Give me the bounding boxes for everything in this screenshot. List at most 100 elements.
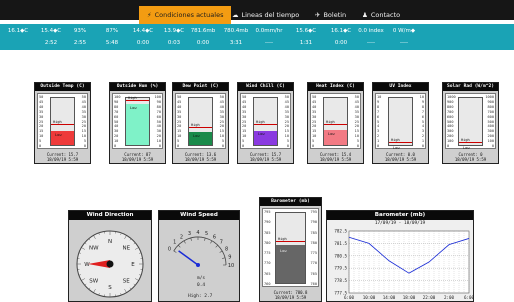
tick-label: 40 (312, 104, 317, 109)
tick-label: 770 (264, 261, 271, 266)
tick-label: 45 (312, 99, 317, 104)
tick-label: 10 (219, 134, 224, 139)
high-marker (126, 100, 149, 102)
tick-label: 4 (377, 124, 380, 129)
tick-label: 70 (114, 109, 119, 114)
tick-label: 25 (39, 119, 44, 124)
tick-label: 45 (177, 99, 182, 104)
gauge-panel: UV Index 10 10 9 9 8 8 7 7 6 6 5 5 4 4 3 3 2 2 1 1 0 0 High Low C… (372, 82, 429, 164)
tick-label: 3 (421, 129, 424, 134)
tick-label: 500 (487, 119, 495, 124)
tick-label: 700 (487, 109, 495, 114)
gauge-footer-line: 18/09/19 5:59 (319, 157, 352, 162)
gauge-title: Wind Chill (C) (238, 83, 293, 91)
high-marker (459, 142, 482, 144)
speed-tick-label: 9 (228, 254, 231, 260)
tick-label: 0 (242, 144, 245, 148)
strip-value: 780.4mb (223, 28, 249, 34)
tick-label: 1000 (447, 95, 456, 99)
tick-label: 7 (377, 109, 380, 114)
strip-value: 0.0 index (358, 28, 384, 34)
nav-item-contacto[interactable]: ♟ Contacto (362, 6, 400, 24)
gauge-title: Outside Hum (%) (110, 83, 165, 91)
speed-tick-label: 6 (213, 234, 216, 240)
bolt-icon: ⚡ (147, 11, 152, 19)
tick-label: 4 (421, 124, 424, 129)
tick-label: 20 (312, 124, 317, 129)
tick-label: 20 (219, 124, 224, 129)
tick-label: 50 (284, 95, 289, 99)
speed-tick (222, 257, 226, 259)
gauge-panel: Dew Point (C) 50 50 45 45 40 40 35 35 30 30 25 25 20 2… (172, 82, 229, 164)
tick-label: 800 (487, 104, 495, 109)
y-tick-label: 780.5 (334, 253, 347, 258)
tick-label: 15 (39, 129, 44, 134)
nav-item-lineas[interactable]: ☁ Lineas del tiempo (232, 6, 299, 24)
tick-label: 0 (286, 144, 289, 148)
tick-label: 40 (177, 104, 182, 109)
nav-item-boletin[interactable]: ✈ Boletin (315, 6, 346, 24)
gauge-body: 100 100 90 90 80 80 70 70 60 60 50 50 40 40 30 30 20 20 10… (112, 93, 163, 149)
tick-label: 20 (177, 124, 182, 129)
tick-label: 5 (242, 139, 245, 144)
gauge-footer-line: 18/09/19 5:59 (454, 157, 487, 162)
tick-label: 35 (242, 109, 247, 114)
gauge-title: Heat Index (C) (308, 83, 363, 91)
x-tick-label: 14:00 (383, 295, 396, 300)
tick-label: 25 (81, 119, 86, 124)
tick-label: 40 (354, 104, 359, 109)
tick-label: 790 (310, 220, 318, 225)
low-label: Low (193, 134, 200, 139)
strip-value: 16.1◆C (7, 28, 29, 34)
gauge-body: 50 50 45 45 40 40 35 35 30 30 25 25 20 20 15 15 10 10 5 5 0 0… (240, 93, 291, 149)
tick-label: 10 (419, 95, 424, 99)
gauge-body: 50 50 45 45 40 40 35 35 30 30 25 25 20 20 15 15 10 10 5 5 0 0… (310, 93, 361, 149)
tick-label: 10 (242, 134, 247, 139)
nav-item-condiciones[interactable]: ⚡ Condiciones actuales (139, 6, 232, 24)
tick-label: 45 (242, 99, 247, 104)
tick-label: 80 (114, 104, 119, 109)
top-nav: ⚡ Condiciones actuales ☁ Lineas del tiempo… (0, 0, 514, 24)
gauge-tube: High Low (275, 212, 306, 284)
strip-time: ---- (367, 40, 375, 46)
barometer-chart-subtitle: 17/09/19 - 18/09/19 (374, 221, 426, 226)
speed-tick-label: 1 (173, 240, 176, 246)
tick-label: 20 (114, 134, 119, 139)
tick-label: 45 (39, 99, 44, 104)
tick-label: 0 (177, 144, 180, 148)
tick-label: 25 (312, 119, 317, 124)
tick-label: 770 (310, 261, 318, 266)
tick-label: 10 (81, 134, 86, 139)
tick-label: 760 (264, 282, 271, 286)
barometer-gauge-panel: Barometer (mb) 795 795 790 790 785 785 780 780 7… (259, 197, 322, 302)
gauge-footer: Current: 13.6 18/09/19 5:59 (173, 152, 228, 162)
speed-units: m/s (197, 275, 205, 281)
tick-label: 6 (377, 114, 380, 119)
tick-label: 790 (264, 220, 271, 225)
tick-label: 2 (377, 134, 380, 139)
tick-label: 765 (310, 271, 318, 276)
high-marker (276, 241, 305, 243)
readings-strip: 16.1◆C 15.4◆C 2:52 93% 2:55 87% 5:48 14.4◆C 0:00… (0, 24, 514, 50)
compass-label: SE (123, 278, 130, 284)
compass-label: N (108, 239, 112, 245)
x-tick-label: 2:00 (444, 295, 455, 300)
gauge-panel: Solar Rad (W/m^2) 1000 1000 900 900 800 800 700… (442, 82, 499, 164)
tick-label: 0 (312, 144, 315, 148)
x-tick-label: 18:00 (403, 295, 416, 300)
gauge-fill (126, 104, 149, 145)
tick-label: 45 (81, 99, 86, 104)
tick-label: 40 (219, 104, 224, 109)
tick-label: 780 (310, 240, 318, 245)
tick-label: 100 (114, 95, 121, 99)
tick-label: 20 (81, 124, 86, 129)
tick-label: 765 (264, 271, 271, 276)
tick-label: 25 (354, 119, 359, 124)
gauge-panel: Outside Hum (%) 100 100 90 90 80 80 70 70 60 60 50 5… (109, 82, 166, 164)
gauge-footer-line: 18/09/19 5:59 (46, 157, 79, 162)
tick-label: 0 (83, 144, 86, 148)
tick-label: 10 (156, 139, 161, 144)
gauge-panel: Wind Chill (C) 50 50 45 45 40 40 35 35 30 30 25 25 20… (237, 82, 294, 164)
speed-tick-label: 10 (228, 263, 234, 269)
gauge-title: Outside Temp (C) (35, 83, 90, 91)
